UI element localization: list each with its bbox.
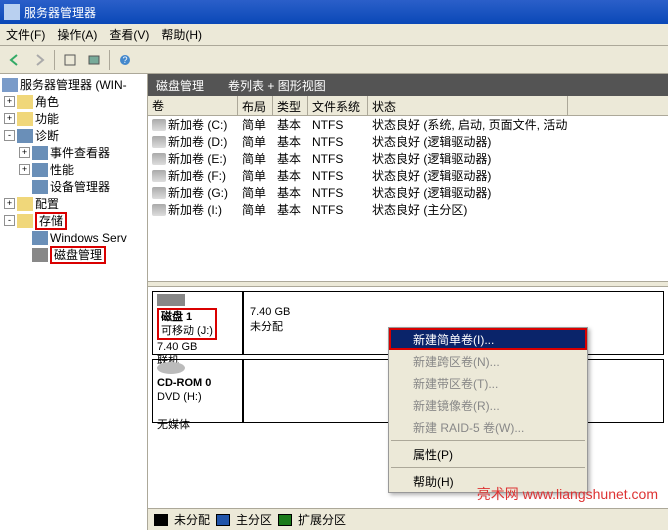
watermark: 亮术网 www.liangshunet.com [477,484,658,504]
legend-primary-swatch [216,514,230,526]
volume-row[interactable]: 新加卷 (C:)简单基本NTFS状态良好 (系统, 启动, 页面文件, 活动, … [148,116,668,133]
collapse-icon[interactable]: - [4,215,15,226]
col-layout[interactable]: 布局 [238,96,273,115]
winserv-icon [32,231,48,245]
part-size: 7.40 GB [250,306,290,318]
diskmgmt-icon [32,248,48,262]
menubar: 文件(F) 操作(A) 查看(V) 帮助(H) [0,24,668,46]
cdrom-type: DVD (H:) [157,391,202,403]
menu-help[interactable]: 帮助(H) [161,26,202,43]
legend-extended-swatch [278,514,292,526]
refresh-button[interactable] [83,49,105,71]
expand-icon[interactable]: + [19,164,30,175]
volume-icon [152,170,166,182]
cdrom-info: CD-ROM 0 DVD (H:) 无媒体 [153,360,243,422]
disk-1-info: 磁盘 1 可移动 (J:) 7.40 GB 联机 [153,292,243,354]
legend-unalloc-swatch [154,514,168,526]
diag-icon [17,129,33,143]
forward-button[interactable] [28,49,50,71]
volume-icon [152,153,166,165]
config-icon [17,197,33,211]
legend-extended: 扩展分区 [298,511,346,528]
header-sub: 卷列表 + 图形视图 [228,77,326,94]
window-title: 服务器管理器 [24,4,96,21]
legend-unalloc: 未分配 [174,511,210,528]
tree-roles[interactable]: 角色 [35,93,59,110]
volume-list[interactable]: 新加卷 (C:)简单基本NTFS状态良好 (系统, 启动, 页面文件, 活动, … [148,116,668,281]
navigation-tree[interactable]: 服务器管理器 (WIN- + 角色 + 功能 - 诊断 + 事件查看器 + 性能 设备管理… [0,74,148,530]
toolbar: ? [0,46,668,74]
tree-devmgr[interactable]: 设备管理器 [50,178,110,195]
cdrom-state: 无媒体 [157,419,190,431]
disk-graphical-view: 磁盘 1 可移动 (J:) 7.40 GB 联机 7.40 GB 未分配 [148,287,668,530]
back-button[interactable] [4,49,26,71]
col-fs[interactable]: 文件系统 [308,96,368,115]
volume-icon [152,119,166,131]
app-icon [4,4,20,20]
tree-diskmgmt[interactable]: 磁盘管理 [50,246,106,263]
ctx-new-simple-volume[interactable]: 新建简单卷(I)... [389,328,587,350]
legend: 未分配 主分区 扩展分区 [148,508,668,530]
expand-icon[interactable]: + [19,147,30,158]
ctx-new-raid5-volume: 新建 RAID-5 卷(W)... [389,416,587,438]
disk-1-type: 可移动 (J:) [161,325,213,337]
cdrom-icon [157,362,185,374]
context-menu: 新建简单卷(I)... 新建跨区卷(N)... 新建带区卷(T)... 新建镜像… [388,327,588,493]
menu-file[interactable]: 文件(F) [6,26,45,43]
content-header: 磁盘管理 卷列表 + 图形视图 [148,74,668,96]
volume-row[interactable]: 新加卷 (D:)简单基本NTFS状态良好 (逻辑驱动器) [148,133,668,150]
ctx-new-spanned-volume: 新建跨区卷(N)... [389,350,587,372]
expand-icon[interactable]: + [4,113,15,124]
expand-icon[interactable]: + [4,198,15,209]
tree-perf[interactable]: 性能 [50,161,74,178]
header-title: 磁盘管理 [156,77,204,94]
volume-icon [152,136,166,148]
server-icon [2,78,18,92]
collapse-icon[interactable]: - [4,130,15,141]
ctx-new-striped-volume: 新建带区卷(T)... [389,372,587,394]
properties-button[interactable] [59,49,81,71]
tree-winserv[interactable]: Windows Serv [50,231,127,245]
legend-primary: 主分区 [236,511,272,528]
event-icon [32,146,48,160]
tree-features[interactable]: 功能 [35,110,59,127]
part-state: 未分配 [250,321,283,333]
volume-row[interactable]: 新加卷 (F:)简单基本NTFS状态良好 (逻辑驱动器) [148,167,668,184]
perf-icon [32,163,48,177]
disk-1-size: 7.40 GB [157,341,197,353]
volume-icon [152,204,166,216]
svg-text:?: ? [122,55,127,65]
volume-row[interactable]: 新加卷 (I:)简单基本NTFS状态良好 (主分区) [148,201,668,218]
ctx-new-mirrored-volume: 新建镜像卷(R)... [389,394,587,416]
disk-1-title: 磁盘 1 [161,311,192,323]
expand-icon[interactable]: + [4,96,15,107]
disk-icon [157,294,185,306]
volume-row[interactable]: 新加卷 (G:)简单基本NTFS状态良好 (逻辑驱动器) [148,184,668,201]
ctx-properties[interactable]: 属性(P) [389,443,587,465]
cdrom-title: CD-ROM 0 [157,377,211,389]
features-icon [17,112,33,126]
storage-icon [17,214,33,228]
window-titlebar: 服务器管理器 [0,0,668,24]
col-vol[interactable]: 卷 [148,96,238,115]
menu-view[interactable]: 查看(V) [109,26,149,43]
roles-icon [17,95,33,109]
tree-config[interactable]: 配置 [35,195,59,212]
col-type[interactable]: 类型 [273,96,308,115]
volume-list-header: 卷 布局 类型 文件系统 状态 [148,96,668,116]
tree-eventviewer[interactable]: 事件查看器 [50,144,110,161]
volume-row[interactable]: 新加卷 (E:)简单基本NTFS状态良好 (逻辑驱动器) [148,150,668,167]
tree-storage[interactable]: 存储 [35,212,67,229]
tree-diag[interactable]: 诊断 [35,127,59,144]
col-status[interactable]: 状态 [368,96,568,115]
menu-action[interactable]: 操作(A) [57,26,97,43]
tree-root[interactable]: 服务器管理器 (WIN- [20,76,127,93]
volume-icon [152,187,166,199]
help-button[interactable]: ? [114,49,136,71]
devmgr-icon [32,180,48,194]
